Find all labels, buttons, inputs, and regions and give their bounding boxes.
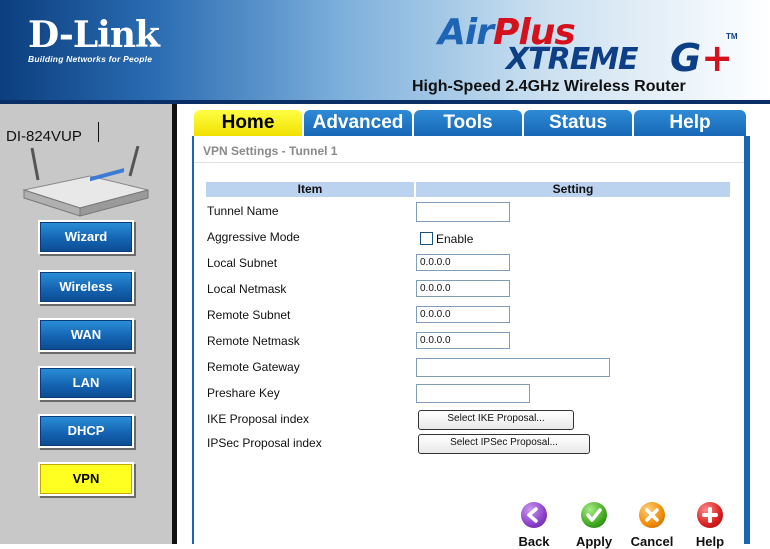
remote-netmask-label: Remote Netmask bbox=[207, 334, 300, 348]
tunnel-name-label: Tunnel Name bbox=[207, 204, 279, 218]
sidebar-item-wireless[interactable]: Wireless bbox=[38, 270, 134, 304]
sidebar-item-lan[interactable]: LAN bbox=[38, 366, 134, 400]
header-banner: D-Link Building Networks for People AirP… bbox=[0, 0, 770, 100]
product-subtitle: High-Speed 2.4GHz Wireless Router bbox=[412, 78, 686, 95]
local-netmask-label: Local Netmask bbox=[207, 282, 287, 296]
tab-help[interactable]: Help bbox=[634, 110, 746, 136]
help-label: Help bbox=[695, 534, 725, 549]
remote-gateway-label: Remote Gateway bbox=[207, 360, 300, 374]
local-subnet-input[interactable]: 0.0.0.0 bbox=[416, 254, 510, 271]
content-right-border bbox=[744, 136, 750, 544]
aggressive-mode-checkbox[interactable] bbox=[420, 232, 433, 245]
apply-button[interactable]: Apply bbox=[566, 502, 622, 549]
product-g-text: G bbox=[670, 36, 702, 80]
page-title: VPN Settings - Tunnel 1 bbox=[203, 144, 338, 158]
title-underline bbox=[194, 162, 744, 163]
logo-tagline: Building Networks for People bbox=[28, 54, 153, 64]
tunnel-name-input[interactable] bbox=[416, 202, 510, 222]
sidebar-item-wan[interactable]: WAN bbox=[38, 318, 134, 352]
trademark-mark: TM bbox=[726, 32, 738, 41]
main-tabs: Home Advanced Tools Status Help bbox=[192, 110, 748, 136]
checkmark-icon bbox=[581, 502, 607, 528]
product-g-plus: G+ bbox=[670, 36, 733, 80]
preshare-key-input[interactable] bbox=[416, 384, 530, 403]
remote-netmask-input[interactable]: 0.0.0.0 bbox=[416, 332, 510, 349]
tab-status[interactable]: Status bbox=[524, 110, 632, 136]
remote-gateway-input[interactable] bbox=[416, 358, 610, 377]
local-netmask-input[interactable]: 0.0.0.0 bbox=[416, 280, 510, 297]
select-ipsec-proposal-button[interactable]: Select IPSec Proposal... bbox=[418, 434, 590, 454]
text-cursor bbox=[98, 122, 99, 142]
product-plus-sign: + bbox=[701, 36, 734, 80]
product-xtreme-text: XTREME bbox=[506, 42, 639, 77]
cancel-label: Cancel bbox=[630, 534, 674, 549]
aggressive-mode-enable-label: Enable bbox=[436, 232, 474, 246]
sidebar-item-dhcp[interactable]: DHCP bbox=[38, 414, 134, 448]
back-arrow-icon bbox=[521, 502, 547, 528]
local-subnet-label: Local Subnet bbox=[207, 256, 278, 270]
main-content: VPN Settings - Tunnel 1 Item Setting Tun… bbox=[192, 136, 750, 549]
router-image bbox=[22, 146, 149, 217]
back-label: Back bbox=[518, 534, 550, 549]
logo-text: D-Link bbox=[28, 14, 160, 56]
sidebar-item-vpn[interactable]: VPN bbox=[38, 462, 134, 496]
cancel-x-icon bbox=[639, 502, 665, 528]
aggressive-mode-label: Aggressive Mode bbox=[207, 230, 300, 244]
ipsec-proposal-label: IPSec Proposal index bbox=[207, 436, 322, 450]
cancel-button[interactable]: Cancel bbox=[624, 502, 680, 549]
tab-advanced[interactable]: Advanced bbox=[304, 110, 412, 136]
remote-subnet-label: Remote Subnet bbox=[207, 308, 291, 322]
column-header-item: Item bbox=[206, 182, 414, 197]
select-ike-proposal-button[interactable]: Select IKE Proposal... bbox=[418, 410, 574, 430]
back-button[interactable]: Back bbox=[506, 502, 562, 549]
column-header-setting: Setting bbox=[416, 182, 730, 197]
sidebar-item-wizard[interactable]: Wizard bbox=[38, 220, 134, 254]
apply-label: Apply bbox=[575, 534, 613, 549]
tab-home[interactable]: Home bbox=[194, 110, 302, 136]
product-branding: AirPlus XTREME G+ TM High-Speed 2.4GHz W… bbox=[408, 12, 758, 95]
help-button[interactable]: Help bbox=[682, 502, 738, 549]
remote-subnet-input[interactable]: 0.0.0.0 bbox=[416, 306, 510, 323]
tab-tools[interactable]: Tools bbox=[414, 110, 522, 136]
product-air-text: Air bbox=[438, 12, 494, 53]
help-plus-icon bbox=[697, 502, 723, 528]
device-model: DI-824VUP bbox=[6, 128, 82, 145]
ike-proposal-label: IKE Proposal index bbox=[207, 412, 310, 426]
dlink-logo: D-Link Building Networks for People bbox=[28, 14, 160, 64]
preshare-key-label: Preshare Key bbox=[207, 386, 280, 400]
sidebar: DI-824VUP Wizard Wireless WAN LAN DHCP V… bbox=[0, 104, 172, 544]
sidebar-divider bbox=[172, 104, 177, 544]
